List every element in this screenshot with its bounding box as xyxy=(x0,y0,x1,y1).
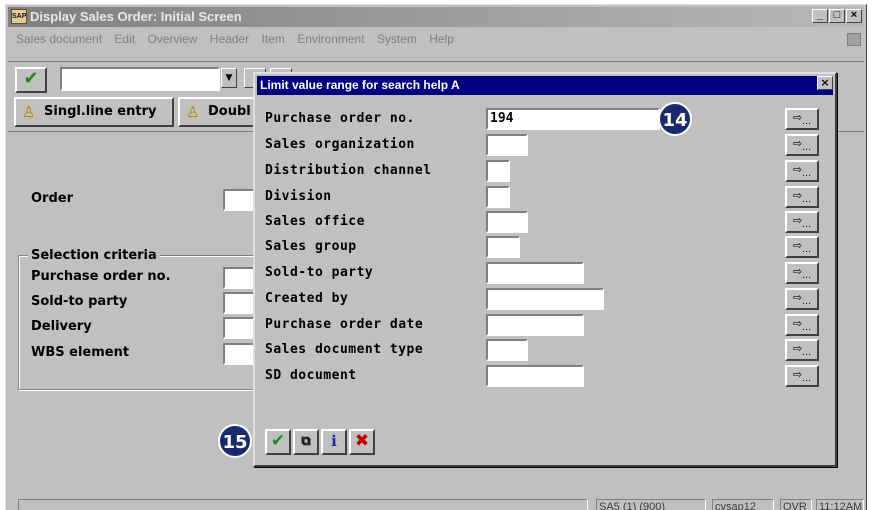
purchase-order-label: Purchase order no. xyxy=(31,269,171,284)
continue-button[interactable]: ✔ xyxy=(265,429,291,455)
row-division: Division ⇨… xyxy=(255,186,835,212)
row-sales-organization: Sales organization ⇨… xyxy=(255,134,835,160)
multiple-selection-button[interactable]: ⇨… xyxy=(785,339,819,361)
row-sales-group: Sales group ⇨… xyxy=(255,236,835,262)
row-distribution-channel: Distribution channel ⇨… xyxy=(255,160,835,186)
host-info: cysap12 xyxy=(712,499,774,510)
multiple-selection-button[interactable]: ⇨… xyxy=(785,236,819,258)
sales-group-input[interactable] xyxy=(486,236,520,258)
sold-to-party-label: Sold-to party xyxy=(265,265,374,280)
dialog-title: Limit value range for search help A xyxy=(257,76,833,95)
purchase-order-date-input[interactable] xyxy=(486,314,584,336)
person-icon: ♙ xyxy=(186,103,200,121)
row-sales-document-type: Sales document type ⇨… xyxy=(255,339,835,365)
row-purchase-order-date: Purchase order date ⇨… xyxy=(255,314,835,340)
row-sd-document: SD document ⇨… xyxy=(255,365,835,391)
multiple-selection-button[interactable]: ⇨… xyxy=(785,365,819,387)
close-button[interactable]: × xyxy=(846,9,862,23)
multiple-selection-button[interactable]: ⇨… xyxy=(785,134,819,156)
distribution-channel-label: Distribution channel xyxy=(265,163,432,178)
search-help-dialog: Limit value range for search help A × Pu… xyxy=(253,72,837,467)
row-created-by: Created by ⇨… xyxy=(255,288,835,314)
multiple-selection-button[interactable]: ⇨… xyxy=(785,211,819,233)
division-label: Division xyxy=(265,189,332,204)
created-by-label: Created by xyxy=(265,291,349,306)
menu-header[interactable]: Header xyxy=(210,32,249,46)
double-line-label: Doubl xyxy=(208,104,251,119)
message-area xyxy=(18,499,588,510)
menu-sales-document[interactable]: Sales document xyxy=(16,32,102,46)
cancel-button[interactable]: ✖ xyxy=(349,429,375,455)
menu-bar: Sales document Edit Overview Header Item… xyxy=(8,29,864,49)
menu-system[interactable]: System xyxy=(377,32,417,46)
sap-icon: SAP xyxy=(11,9,27,24)
order-label: Order xyxy=(31,191,73,206)
multiple-selection-button[interactable]: ⇨… xyxy=(785,262,819,284)
menu-overview[interactable]: Overview xyxy=(147,32,197,46)
created-by-input[interactable] xyxy=(486,288,604,310)
dialog-close-button[interactable]: × xyxy=(817,76,833,90)
mode-indicator: OVR xyxy=(780,499,812,510)
sd-document-label: SD document xyxy=(265,368,357,383)
multiple-selection-button[interactable]: ⇨… xyxy=(785,314,819,336)
purchase-order-input[interactable]: 194 xyxy=(486,108,660,130)
callout-15: 15 xyxy=(218,424,252,458)
system-info: SA5 (1) (900) xyxy=(596,499,706,510)
selection-criteria-title: Selection criteria xyxy=(28,248,160,263)
sales-group-label: Sales group xyxy=(265,239,357,254)
minimize-button[interactable]: _ xyxy=(812,9,828,23)
callout-14: 14 xyxy=(658,102,692,136)
purchase-order-date-label: Purchase order date xyxy=(265,317,424,332)
sales-document-type-label: Sales document type xyxy=(265,342,424,357)
multiple-selection-button[interactable]: ⇨… xyxy=(785,288,819,310)
sd-document-input[interactable] xyxy=(486,365,584,387)
menu-environment[interactable]: Environment xyxy=(297,32,364,46)
info-icon[interactable]: ℹ xyxy=(321,429,347,455)
window-title: Display Sales Order: Initial Screen xyxy=(30,9,242,24)
single-line-entry-button[interactable]: ♙ Singl.line entry xyxy=(14,97,174,127)
row-sold-to-party: Sold-to party ⇨… xyxy=(255,262,835,288)
wbs-element-label: WBS element xyxy=(31,345,130,360)
select-icon[interactable]: ⧉ xyxy=(293,429,319,455)
sales-office-input[interactable] xyxy=(486,211,528,233)
order-field[interactable] xyxy=(223,189,257,211)
maximize-button[interactable]: □ xyxy=(829,9,845,23)
enter-button[interactable]: ✔ xyxy=(15,67,47,93)
command-field[interactable] xyxy=(60,67,220,91)
delivery-label: Delivery xyxy=(31,319,92,334)
menu-edit[interactable]: Edit xyxy=(114,32,135,46)
menu-item[interactable]: Item xyxy=(262,32,285,46)
menu-help[interactable]: Help xyxy=(429,32,454,46)
sold-to-party-label: Sold-to party xyxy=(31,294,128,309)
multiple-selection-button[interactable]: ⇨… xyxy=(785,186,819,208)
sales-document-type-input[interactable] xyxy=(486,339,528,361)
wbs-element-field[interactable] xyxy=(223,343,257,365)
status-bar: SA5 (1) (900) cysap12 OVR 11:12AM xyxy=(18,499,864,510)
sold-to-party-input[interactable] xyxy=(486,262,584,284)
purchase-order-field[interactable] xyxy=(223,267,257,289)
delivery-field[interactable] xyxy=(223,317,257,339)
purchase-order-label: Purchase order no. xyxy=(265,111,415,126)
time-display: 11:12AM xyxy=(816,499,864,510)
sales-organization-label: Sales organization xyxy=(265,137,415,152)
multiple-selection-button[interactable]: ⇨… xyxy=(785,108,819,130)
division-input[interactable] xyxy=(486,186,510,208)
sold-to-party-field[interactable] xyxy=(223,292,257,314)
sales-organization-input[interactable] xyxy=(486,134,528,156)
row-purchase-order: Purchase order no. 194 ⇨… xyxy=(255,108,835,134)
title-bar: SAP Display Sales Order: Initial Screen … xyxy=(8,7,864,27)
distribution-channel-input[interactable] xyxy=(486,160,510,182)
sales-office-label: Sales office xyxy=(265,214,365,229)
window-menu-icon[interactable] xyxy=(847,33,861,46)
multiple-selection-button[interactable]: ⇨… xyxy=(785,160,819,182)
person-icon: ♙ xyxy=(22,103,36,121)
single-line-label: Singl.line entry xyxy=(44,104,157,119)
command-dropdown[interactable]: ▼ xyxy=(221,68,237,88)
row-sales-office: Sales office ⇨… xyxy=(255,211,835,237)
